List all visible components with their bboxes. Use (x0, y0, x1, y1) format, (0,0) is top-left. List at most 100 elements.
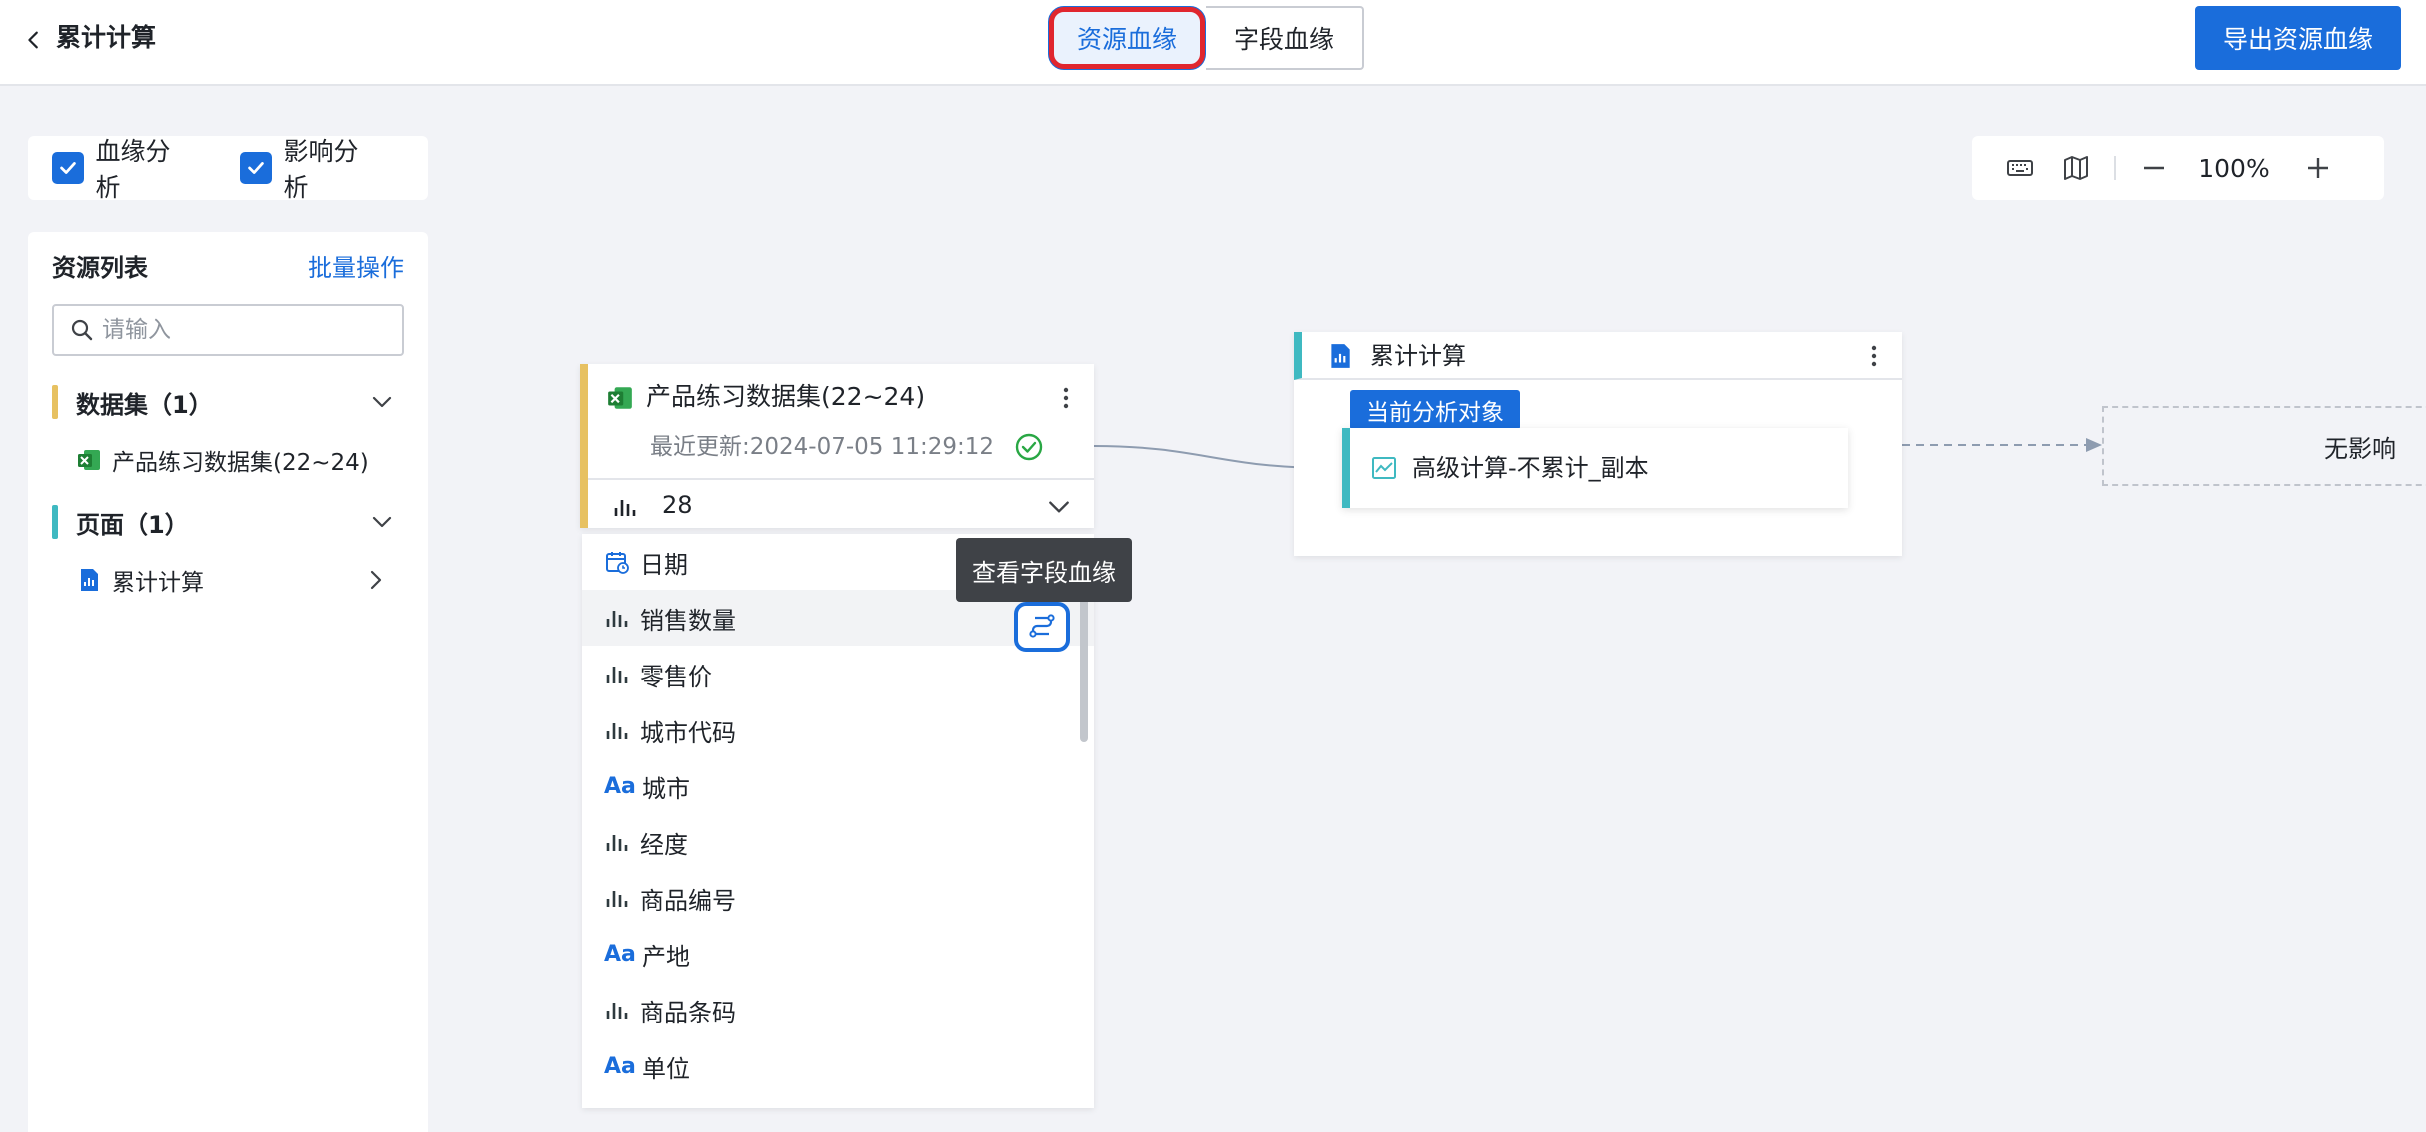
field-label: 销售数量 (640, 606, 736, 635)
page-node[interactable]: 累计计算 当前分析对象 高级计算-不累计_副本 (1294, 332, 1902, 556)
dataset-node[interactable]: 产品练习数据集(22~24) 最近更新:2024-07-05 11:29:12 … (580, 364, 1094, 528)
lineage-tabs: 资源血缘 字段血缘 (1048, 6, 1364, 70)
bar-chart-icon (614, 500, 636, 516)
lineage-route-icon (1029, 614, 1055, 638)
text-field-icon: Aa (604, 941, 636, 967)
sidebar-item-page[interactable]: 累计计算 (76, 560, 406, 600)
lineage-analysis-checkbox[interactable]: 血缘分析 (52, 132, 194, 204)
page-title: 累计计算 (56, 23, 157, 52)
date-field-icon (606, 552, 629, 574)
chevron-down-icon (372, 396, 392, 408)
field-lineage-tooltip: 查看字段血缘 (956, 538, 1132, 602)
minimap-button[interactable] (2058, 150, 2094, 186)
dataset-updated-time: 最近更新:2024-07-05 11:29:12 (650, 434, 995, 460)
node-divider (588, 478, 1094, 480)
field-label: 经度 (640, 830, 688, 859)
field-row[interactable]: 商品编号 (582, 870, 1094, 926)
resource-search-input[interactable] (102, 317, 382, 343)
no-impact-node: 无影响 (2102, 406, 2426, 486)
chevron-right-icon (370, 570, 382, 590)
group-color-bar (52, 505, 58, 539)
chevron-down-icon (372, 516, 392, 528)
field-label: 日期 (640, 550, 688, 579)
group-datasets[interactable]: 数据集（1） (52, 382, 404, 422)
resource-search-box (52, 304, 404, 356)
sidebar-item-dataset-label: 产品练习数据集(22~24) (112, 450, 369, 476)
field-row[interactable]: 零售价 (582, 646, 1094, 702)
no-impact-label: 无影响 (2324, 434, 2396, 463)
line-chart-icon (1372, 457, 1396, 479)
page-node-header: 累计计算 (1294, 332, 1902, 380)
field-row[interactable]: 经度 (582, 814, 1094, 870)
excel-icon (608, 387, 632, 409)
measure-field-icon (606, 835, 628, 851)
field-row[interactable]: 商品条码 (582, 982, 1094, 1038)
field-label: 商品编号 (640, 886, 736, 915)
top-header: 累计计算 资源血缘 字段血缘 导出资源血缘 (0, 0, 2426, 86)
excel-icon (78, 450, 100, 470)
canvas-toolbar: 100% (1972, 136, 2384, 200)
more-vertical-icon[interactable] (1870, 344, 1878, 368)
measure-field-icon (606, 611, 628, 627)
field-label: 城市 (642, 774, 690, 803)
measure-field-icon (606, 1003, 628, 1019)
keyboard-shortcuts-button[interactable] (2002, 150, 2038, 186)
impact-analysis-label: 影响分析 (283, 137, 359, 202)
minus-icon (2144, 166, 2164, 170)
tab-resource-lineage[interactable]: 资源血缘 (1048, 6, 1206, 70)
batch-operation-link[interactable]: 批量操作 (308, 250, 404, 286)
zoom-level: 100% (2198, 153, 2270, 183)
more-vertical-icon[interactable] (1062, 386, 1070, 410)
lineage-analysis-label: 血缘分析 (95, 137, 171, 202)
field-row[interactable]: 城市代码 (582, 702, 1094, 758)
group-pages[interactable]: 页面（1） (52, 502, 404, 542)
checkbox-checked-icon (240, 152, 272, 184)
current-analysis-badge: 当前分析对象 (1350, 390, 1520, 430)
map-icon (2064, 156, 2088, 180)
impact-analysis-checkbox[interactable]: 影响分析 (240, 132, 382, 204)
group-pages-label: 页面（1） (76, 510, 189, 539)
search-icon (71, 319, 93, 341)
chevron-down-icon[interactable] (1046, 494, 1072, 520)
group-datasets-label: 数据集（1） (76, 390, 213, 419)
tab-field-lineage[interactable]: 字段血缘 (1206, 6, 1364, 70)
field-label: 商品条码 (640, 998, 736, 1027)
sidebar-item-dataset[interactable]: 产品练习数据集(22~24) (76, 440, 406, 480)
analysis-options: 血缘分析 影响分析 (28, 136, 428, 202)
edge-arrow-head (2086, 438, 2102, 452)
field-label: 产地 (642, 942, 690, 971)
dataset-node-title: 产品练习数据集(22~24) (646, 382, 926, 411)
page-report-icon (1331, 344, 1350, 368)
resource-list-panel: 资源列表 批量操作 数据集（1） 产品练习数据集(22~24) 页面（1） 累计… (28, 232, 428, 1132)
field-row[interactable]: Aa 单位 (582, 1038, 1094, 1094)
field-row[interactable]: Aa 产地 (582, 926, 1094, 982)
export-lineage-button[interactable]: 导出资源血缘 (2195, 6, 2401, 70)
page-report-icon (81, 569, 98, 591)
zoom-in-button[interactable] (2300, 150, 2336, 186)
measure-field-icon (606, 667, 628, 683)
measure-field-icon (606, 723, 628, 739)
keyboard-icon (2007, 160, 2033, 176)
zoom-out-button[interactable] (2136, 150, 2172, 186)
field-row[interactable]: Aa 城市 (582, 758, 1094, 814)
view-field-lineage-button[interactable] (1014, 602, 1070, 652)
text-field-icon: Aa (604, 773, 636, 799)
back-button[interactable] (16, 22, 52, 58)
chart-component-title: 高级计算-不累计_副本 (1412, 454, 1649, 482)
page-node-title: 累计计算 (1370, 342, 1466, 370)
dataset-field-count: 28 (662, 491, 693, 519)
check-circle-icon (1015, 433, 1043, 461)
field-label: 城市代码 (640, 718, 736, 747)
toolbar-divider (2114, 156, 2116, 180)
resource-list-title: 资源列表 (52, 254, 148, 282)
checkbox-checked-icon (52, 152, 84, 184)
text-field-icon: Aa (604, 1053, 636, 1079)
field-label: 零售价 (640, 662, 712, 691)
sidebar-item-page-label: 累计计算 (112, 570, 204, 596)
chevron-left-icon (28, 31, 38, 49)
chart-component-card[interactable]: 高级计算-不累计_副本 (1342, 428, 1848, 508)
plus-icon (2308, 158, 2328, 178)
field-label: 单位 (642, 1054, 690, 1083)
resource-list-header: 资源列表 批量操作 (52, 250, 404, 286)
measure-field-icon (606, 891, 628, 907)
